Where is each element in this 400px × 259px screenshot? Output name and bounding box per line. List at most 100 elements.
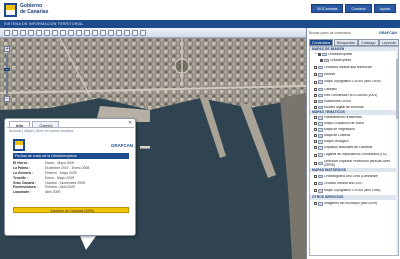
layer-checkbox[interactable] — [314, 66, 317, 70]
top-navigation: SIGCanarias Contacto Ayuda — [310, 4, 396, 13]
layer-item[interactable]: Mapa Topográfico 1:5.000 (año 1996) — [310, 187, 398, 196]
layers-tool-icon[interactable] — [76, 29, 82, 36]
layer-tree-scrollbar[interactable] — [395, 47, 398, 255]
layer-thumbnail-icon — [318, 134, 323, 138]
layer-checkbox[interactable] — [314, 93, 317, 97]
layer-checkbox[interactable] — [318, 52, 321, 56]
gobierno-canarias-logo[interactable] — [4, 3, 17, 17]
logo-text: Gobierno de Canarias — [20, 3, 48, 15]
layer-checkbox[interactable] — [314, 128, 317, 132]
layer-checkbox[interactable] — [314, 189, 317, 193]
flight-date-island: Tenerife : — [13, 175, 29, 180]
layer-thumbnail-icon — [318, 80, 323, 84]
layer-item[interactable]: Mapa Topográfico 1:5.000 (año 2009) — [310, 78, 398, 87]
measure-tool-icon[interactable] — [36, 29, 42, 36]
layer-thumbnail-icon — [318, 161, 323, 166]
layer-checkbox[interactable] — [314, 182, 317, 186]
layer-checkbox[interactable] — [320, 58, 323, 62]
layer-checkbox[interactable] — [314, 134, 317, 138]
layer-item[interactable]: Ortofotos urbana alta resolución — [310, 63, 398, 72]
nav-ayuda-button[interactable]: Ayuda — [373, 4, 396, 13]
layer-label: Ortofotoexpress — [328, 52, 353, 56]
layer-item[interactable]: Dirección Especial Protección para las A… — [310, 159, 398, 168]
home-tool-icon[interactable] — [52, 29, 58, 36]
layer-checkbox[interactable] — [314, 116, 317, 120]
layer-thumbnail-icon — [318, 140, 323, 144]
layer-label: Estaciones GNSS — [324, 99, 352, 103]
layer-label: Dirección Especial Protección para las A… — [324, 159, 391, 167]
export-tool-icon[interactable] — [92, 29, 98, 36]
layer-label: Mapa Geológico — [324, 139, 349, 143]
tab-contenidos[interactable]: Contenidos — [309, 39, 334, 46]
flight-date-island: Fuerteventura : — [13, 185, 38, 190]
close-icon[interactable]: ✕ — [127, 120, 133, 126]
nav-sigcanarias-button[interactable]: SIGCanarias — [310, 4, 344, 13]
bookmark-tool-icon[interactable] — [132, 29, 138, 36]
content-panel: Buscar panel de contenidos GRAFCAN Conte… — [306, 28, 400, 259]
layer-checkbox[interactable] — [314, 146, 317, 150]
layer-checkbox[interactable] — [314, 73, 317, 77]
flight-date-island: El Hierro : — [13, 161, 30, 166]
layer-checkbox[interactable] — [314, 202, 317, 206]
scrollbar-thumb[interactable] — [395, 59, 398, 119]
zoom-out-tool-icon[interactable] — [12, 29, 18, 36]
layer-thumbnail-icon — [324, 58, 329, 63]
layer-checkbox[interactable] — [314, 99, 317, 103]
layer-item[interactable]: Lugares de Importancia Comunitaria (LIC) — [310, 151, 398, 160]
flight-date-value: Diciembre 2007 - Enero 2008 — [45, 166, 90, 171]
tab-catalogo[interactable]: Catálogo — [358, 39, 379, 46]
zoom-out-button[interactable]: − — [4, 96, 10, 102]
print-tool-icon[interactable] — [44, 29, 50, 36]
help-tool-icon[interactable] — [100, 29, 106, 36]
layer-checkbox[interactable] — [314, 140, 317, 144]
forward-tool-icon[interactable] — [68, 29, 74, 36]
grid-tool-icon[interactable] — [124, 29, 130, 36]
pan-tool-icon[interactable] — [20, 29, 26, 36]
layer-checkbox[interactable] — [314, 162, 317, 166]
back-tool-icon[interactable] — [60, 29, 66, 36]
nav-contacto-button[interactable]: Contacto — [345, 4, 372, 13]
coords-tool-icon[interactable] — [116, 29, 122, 36]
layer-thumbnail-icon — [318, 181, 323, 186]
layer-label: Ortofotos urbana alta resolución — [324, 65, 373, 69]
zoom-in-tool-icon[interactable] — [4, 29, 10, 36]
popup-breadcrumb[interactable]: Acercar | Alejar | Abrir en nueva ventan… — [9, 129, 73, 133]
info-tool-icon[interactable] — [28, 29, 34, 36]
collapse-icon[interactable]: − — [314, 52, 317, 56]
panel-search[interactable]: Buscar panel de contenidos GRAFCAN — [309, 30, 397, 35]
layer-thumbnail-icon — [318, 189, 323, 193]
popup-heading-bar: Fechas de vuelo de la Ortofotoexpress — [13, 153, 129, 159]
zoom-slider-thumb[interactable] — [4, 68, 10, 71]
layer-checkbox[interactable] — [314, 105, 317, 109]
layer-checkbox[interactable] — [314, 153, 317, 157]
layer-label: Mapa de Vegetación — [324, 127, 355, 131]
layer-thumbnail-icon — [322, 52, 327, 57]
layer-checkbox[interactable] — [314, 80, 317, 84]
flight-date-island: La Gomera : — [13, 170, 33, 175]
flight-date-value: Octubre - Noviembre 2008 — [45, 180, 85, 185]
panel-search-label[interactable]: Buscar panel de contenidos — [309, 31, 379, 35]
zoom-in-button[interactable]: + — [4, 46, 10, 52]
layer-checkbox[interactable] — [314, 87, 317, 91]
tab-leyenda[interactable]: Leyenda — [379, 39, 399, 46]
search-tool-icon[interactable] — [84, 29, 90, 36]
layer-item[interactable]: Ortofotografía Año 1995 (Lanzarote) — [310, 172, 398, 181]
flight-date-row: Lanzarote : Abril 2009 — [13, 190, 129, 195]
link-tool-icon[interactable] — [108, 29, 114, 36]
popup-tail — [80, 236, 96, 250]
layer-label: Planeamiento urbanístico — [324, 115, 363, 119]
settings-tool-icon[interactable] — [140, 29, 146, 36]
panel-tabs: Contenidos Búsquedas Catálogo Leyenda — [309, 39, 399, 46]
tab-busquedas[interactable]: Búsquedas — [333, 39, 358, 46]
layer-thumbnail-icon — [318, 174, 323, 179]
layer-label: Relieve — [324, 73, 336, 77]
layer-item[interactable]: Imágenes del municipio (año 2009) — [310, 200, 398, 209]
layer-label: Lugares de Importancia Comunitaria (LIC) — [324, 153, 388, 157]
flight-date-island: Lanzarote : — [13, 190, 32, 195]
gobierno-canarias-logo — [13, 139, 25, 151]
zoom-slider-track[interactable] — [6, 54, 8, 94]
layer-checkbox[interactable] — [314, 174, 317, 178]
flight-date-value: Marzo - Mayo 2009 — [45, 161, 75, 166]
panel-brand: GRAFCAN — [379, 30, 397, 35]
layer-checkbox[interactable] — [314, 122, 317, 126]
